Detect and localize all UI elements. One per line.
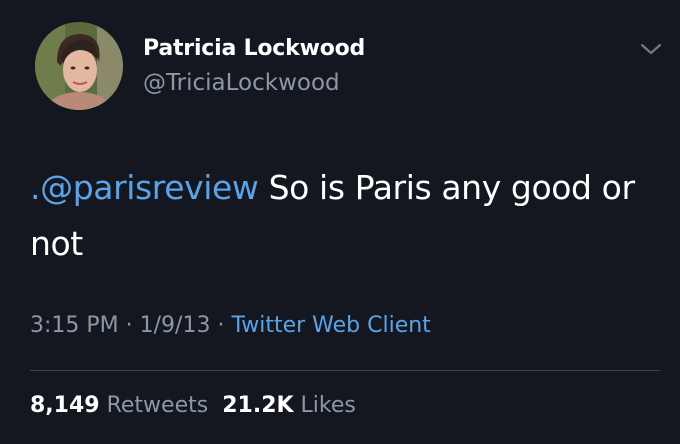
avatar-photo <box>35 22 123 110</box>
likes-stat[interactable]: 21.2K Likes <box>222 393 356 418</box>
tweet-card: Patricia Lockwood @TriciaLockwood .@pari… <box>0 0 680 444</box>
tweet-text-prefix: . <box>30 168 41 207</box>
tweet-meta: 3:15 PM · 1/9/13 · Twitter Web Client <box>30 313 431 338</box>
retweets-stat[interactable]: 8,149 Retweets <box>30 393 208 418</box>
retweets-label: Retweets <box>106 393 209 418</box>
tweet-source-link[interactable]: Twitter Web Client <box>231 313 430 338</box>
avatar[interactable] <box>35 22 123 110</box>
mention-link[interactable]: @parisreview <box>40 168 259 207</box>
tweet-stats: 8,149 Retweets 21.2K Likes <box>30 393 356 418</box>
tweet-time[interactable]: 3:15 PM <box>30 313 119 338</box>
retweets-count: 8,149 <box>30 393 100 418</box>
tweet-text: .@parisreview So is Paris any good or no… <box>30 160 650 272</box>
chevron-down-icon[interactable] <box>638 38 664 60</box>
likes-label: Likes <box>300 393 356 418</box>
tweet-date[interactable]: 1/9/13 <box>140 313 211 338</box>
divider <box>30 370 660 371</box>
author-handle[interactable]: @TriciaLockwood <box>143 70 340 96</box>
likes-count: 21.2K <box>222 393 294 418</box>
meta-separator: · <box>210 313 232 338</box>
meta-separator: · <box>118 313 140 338</box>
author-name[interactable]: Patricia Lockwood <box>143 36 365 61</box>
